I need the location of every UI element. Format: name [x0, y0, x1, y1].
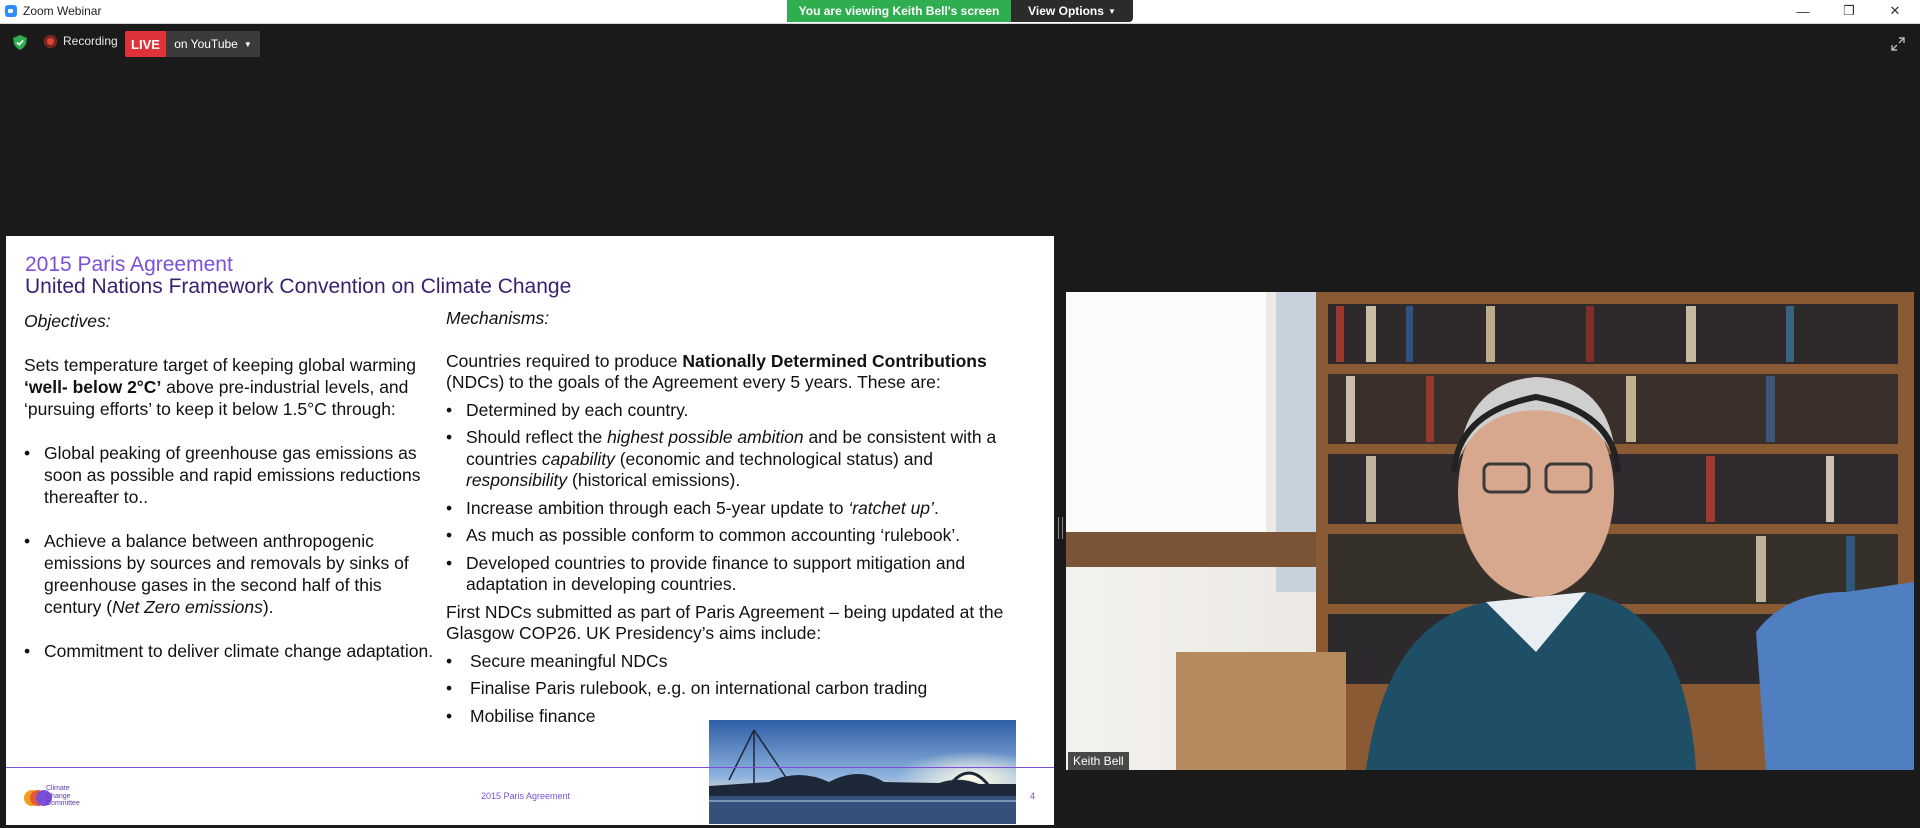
- list-item: Secure meaningful NDCs: [446, 651, 1036, 673]
- list-item: Finalise Paris rulebook, e.g. on interna…: [446, 678, 1036, 700]
- list-item: Achieve a balance between anthropogenic …: [24, 530, 434, 618]
- mechanisms-intro-text: Countries required to produce: [446, 350, 683, 371]
- mechanisms-list: Determined by each country. Should refle…: [446, 400, 1036, 596]
- emphasis-text: responsibility: [466, 470, 568, 490]
- shield-icon[interactable]: [13, 35, 27, 50]
- cop26-paragraph: First NDCs submitted as part of Paris Ag…: [446, 601, 1004, 644]
- view-options-label: View Options: [1028, 4, 1104, 18]
- shared-screen-slide: 2015 Paris Agreement United Nations Fram…: [6, 236, 1054, 825]
- objectives-list: Global peaking of greenhouse gas emissio…: [24, 442, 434, 662]
- list-item: Developed countries to provide finance t…: [446, 553, 1036, 596]
- emphasis-text: highest possible ambition: [607, 427, 804, 447]
- chevron-down-icon: ▼: [243, 39, 252, 49]
- list-item: Should reflect the highest possible ambi…: [446, 427, 1036, 492]
- list-item: Determined by each country.: [446, 400, 1036, 422]
- expand-icon[interactable]: [1890, 36, 1906, 52]
- list-item: Increase ambition through each 5-year up…: [446, 498, 1036, 520]
- window-title: Zoom Webinar: [23, 4, 102, 18]
- live-platform-label: on YouTube: [174, 37, 238, 51]
- logo-text-line: Climate: [46, 785, 70, 792]
- recording-label: Recording: [63, 34, 118, 48]
- mechanisms-column: Mechanisms: Countries required to produc…: [446, 308, 1036, 727]
- list-item-text: .: [933, 497, 939, 518]
- list-item-text: Increase ambition through each 5-year up…: [466, 497, 849, 518]
- speaker-video: [1066, 292, 1914, 770]
- viewing-screen-banner: You are viewing Keith Bell's screen: [787, 0, 1011, 22]
- chevron-down-icon: ▼: [1107, 6, 1116, 16]
- objectives-intro-text: Sets temperature target of keeping globa…: [24, 355, 417, 375]
- objectives-intro: Sets temperature target of keeping globa…: [24, 354, 434, 420]
- live-platform-dropdown[interactable]: on YouTube ▼: [166, 31, 260, 57]
- objectives-target: ‘well- below 2°C’: [24, 377, 162, 397]
- list-item-text-end: ).: [262, 597, 274, 617]
- mechanisms-intro: Countries required to produce Nationally…: [446, 351, 1036, 394]
- slide-page-number: 4: [1030, 791, 1036, 801]
- close-icon[interactable]: ✕: [1872, 0, 1918, 22]
- logo-text-line: Committee: [46, 800, 80, 807]
- list-item-text: (economic and technological status) and: [614, 448, 933, 469]
- mechanisms-intro-text-2: (NDCs) to the goals of the Agreement eve…: [446, 372, 941, 392]
- cop26-aims-list: Secure meaningful NDCs Finalise Paris ru…: [446, 651, 1036, 728]
- objectives-column: Objectives: Sets temperature target of k…: [24, 310, 434, 662]
- list-item: Global peaking of greenhouse gas emissio…: [24, 442, 434, 508]
- list-item-text: Should reflect the: [466, 427, 608, 447]
- net-zero-text: Net Zero emissions: [112, 597, 263, 617]
- title-bar: Zoom Webinar You are viewing Keith Bell'…: [0, 0, 1920, 24]
- restore-icon[interactable]: ❐: [1826, 0, 1872, 22]
- logo-text-line: Change: [46, 792, 71, 800]
- ccc-logo-text: Climate Change Committee: [46, 785, 80, 808]
- recording-icon: [44, 34, 57, 48]
- list-item: As much as possible conform to common ac…: [446, 525, 1036, 547]
- participant-name-tag: Keith Bell: [1068, 752, 1129, 770]
- slide-subtitle: United Nations Framework Convention on C…: [25, 275, 572, 298]
- slide-title: 2015 Paris Agreement: [25, 253, 233, 276]
- view-options-button[interactable]: View Options ▼: [1011, 0, 1133, 22]
- ndc-term: Nationally Determined Contributions: [682, 350, 987, 371]
- glasgow-photo: [709, 720, 1016, 824]
- list-item-text: (historical emissions).: [567, 470, 741, 490]
- recording-indicator[interactable]: Recording: [44, 34, 118, 48]
- list-item: Commitment to deliver climate change ada…: [24, 640, 434, 662]
- emphasis-text: capability: [541, 448, 615, 469]
- zoom-app-icon: [5, 5, 17, 17]
- mechanisms-heading: Mechanisms:: [446, 308, 550, 328]
- live-badge: LIVE: [125, 31, 166, 57]
- minimize-icon[interactable]: —: [1780, 0, 1826, 22]
- footer-divider: [6, 767, 1054, 768]
- objectives-heading: Objectives:: [24, 311, 111, 331]
- emphasis-text: ‘ratchet up’: [848, 497, 934, 518]
- slide-footer-title: 2015 Paris Agreement: [481, 791, 571, 801]
- split-divider-handle[interactable]: [1058, 517, 1063, 539]
